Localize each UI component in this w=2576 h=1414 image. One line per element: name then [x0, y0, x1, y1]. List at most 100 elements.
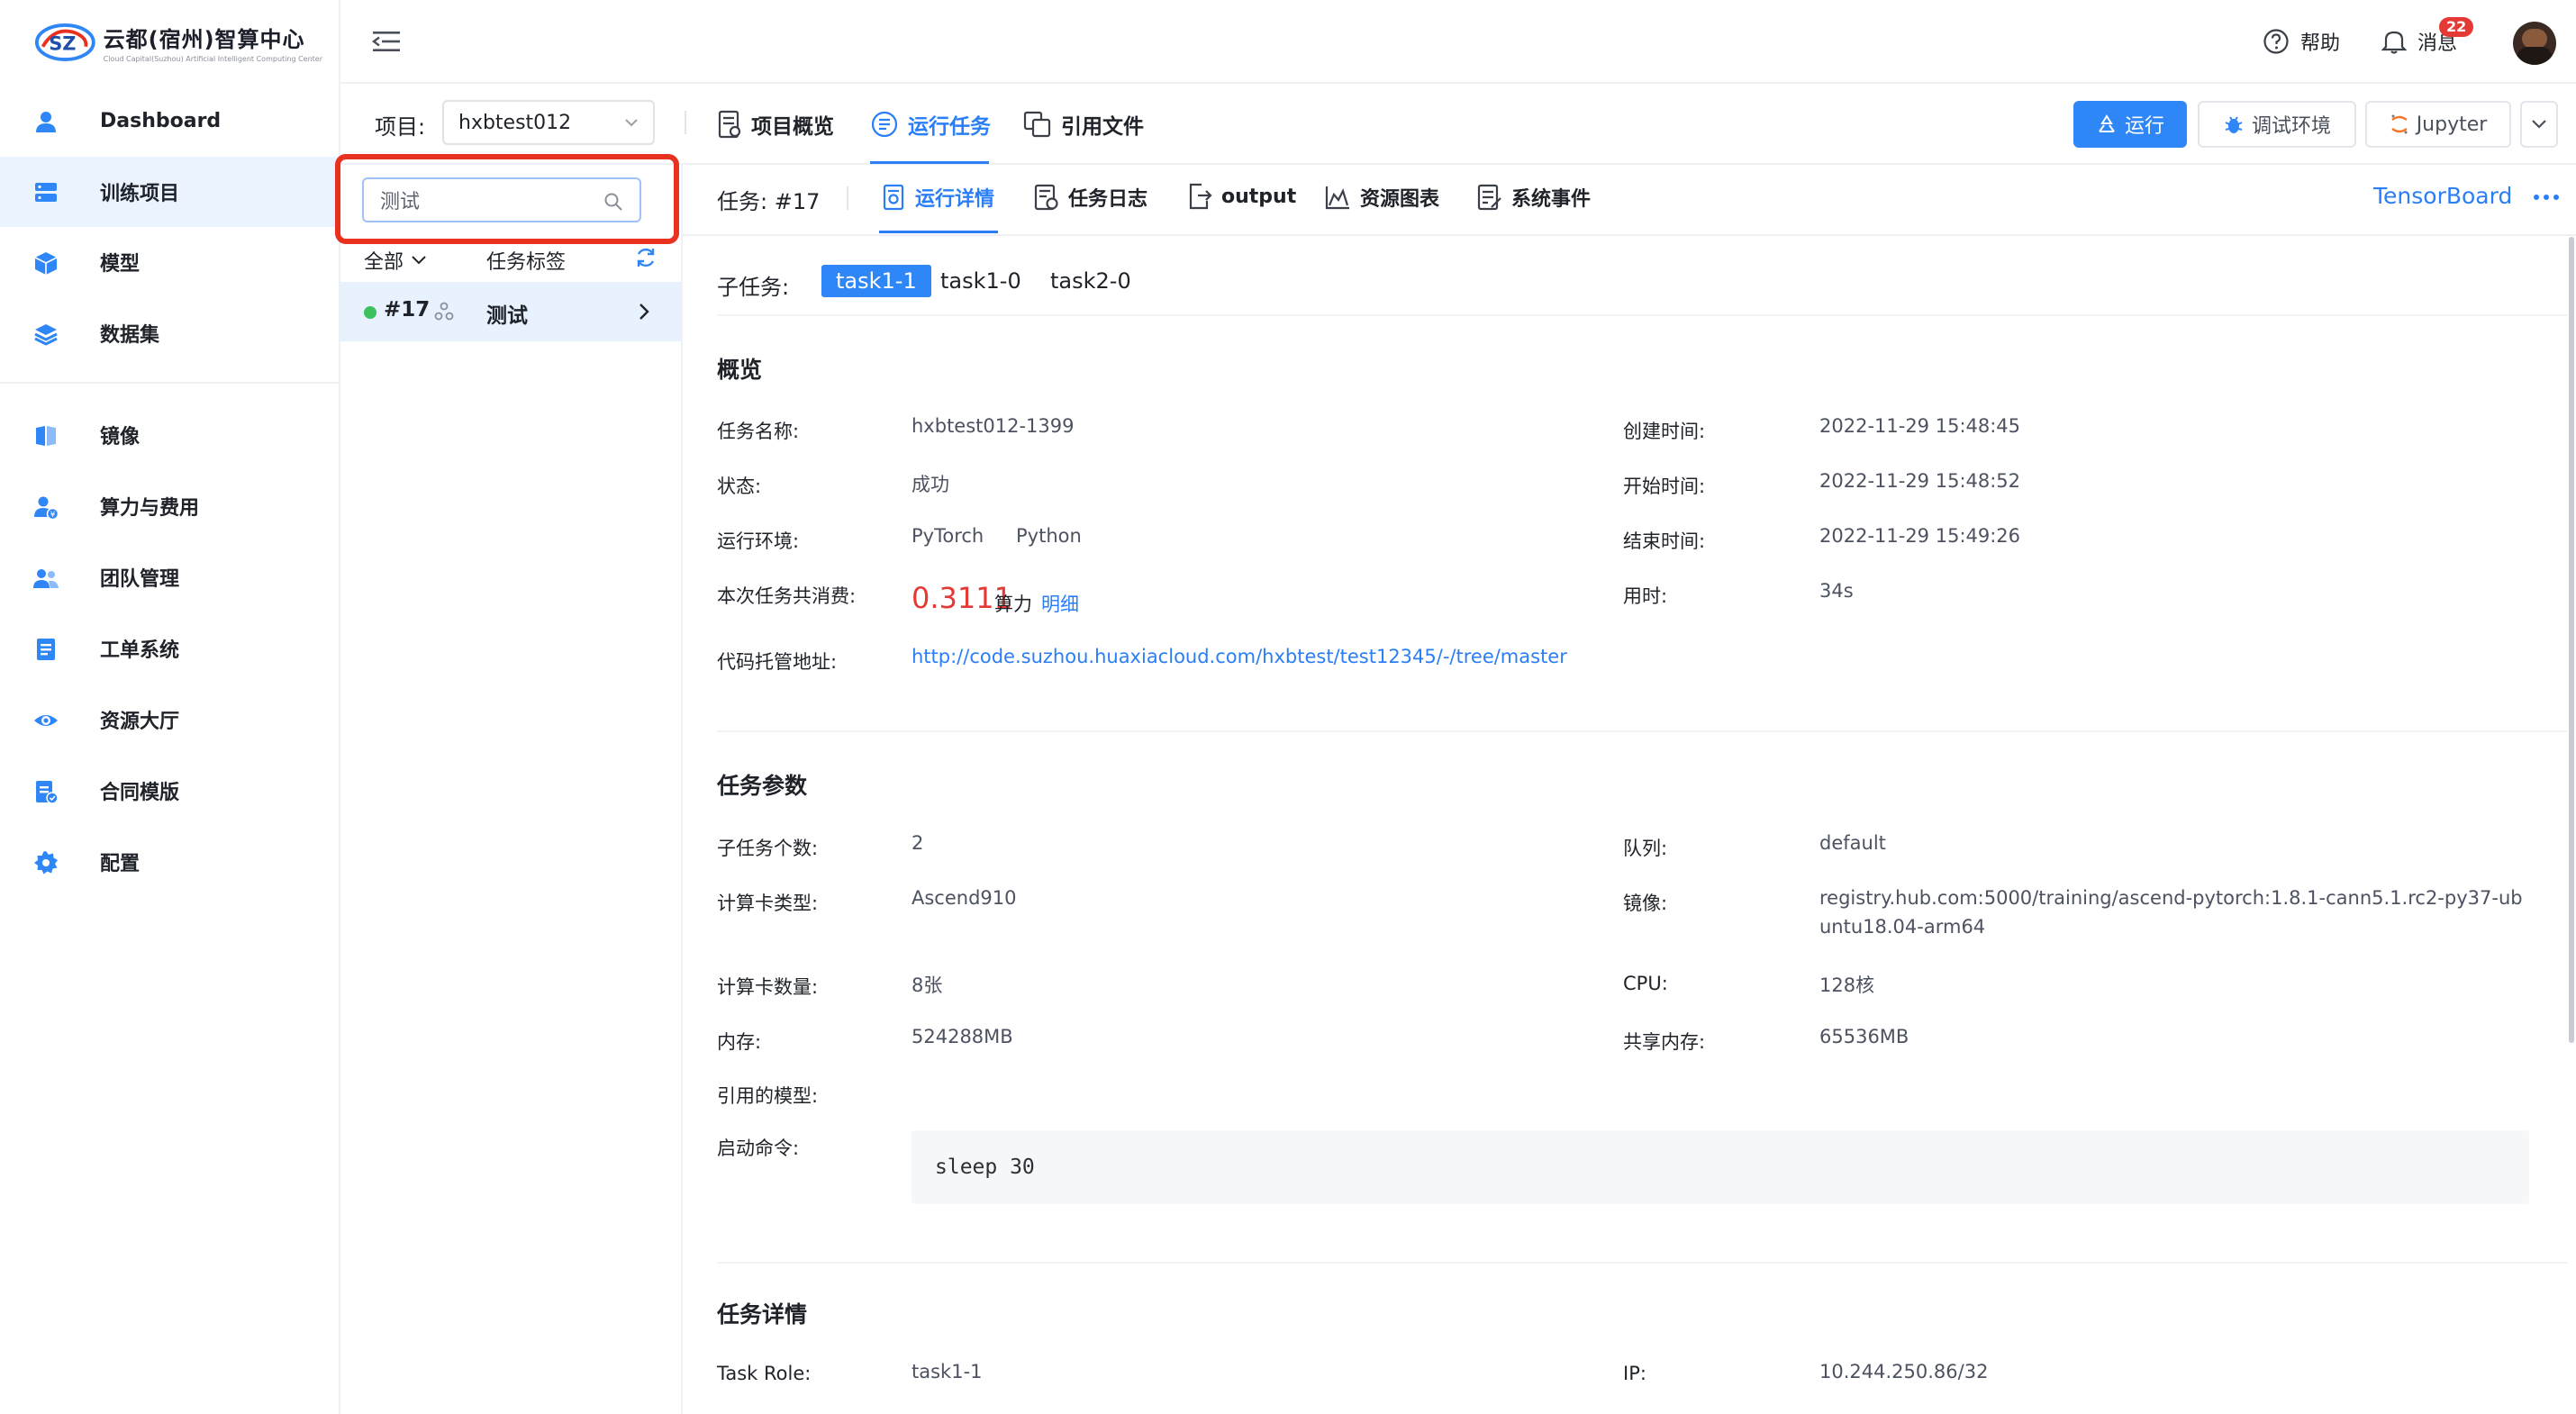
- more-horizontal-icon[interactable]: [2533, 194, 2560, 201]
- image-value-line2: untu18.04-arm64: [1819, 916, 1986, 938]
- chevron-down-icon: [412, 256, 426, 265]
- divider: [847, 186, 848, 210]
- debug-env-button[interactable]: 调试环境: [2198, 101, 2356, 148]
- field-label: 结束时间:: [1623, 530, 1706, 552]
- task-search-input[interactable]: 测试: [362, 177, 641, 222]
- sidebar-item-models[interactable]: 模型: [0, 227, 339, 297]
- eye-icon: [34, 715, 58, 726]
- tab-task-logs[interactable]: 任务日志: [1034, 183, 1147, 212]
- env-value-pytorch: PyTorch: [912, 525, 984, 547]
- tab-running-tasks[interactable]: 运行任务: [870, 109, 991, 140]
- help-circle-icon: [2263, 29, 2289, 54]
- tensorboard-link[interactable]: TensorBoard: [2373, 183, 2512, 209]
- queue-value: default: [1819, 832, 1886, 854]
- tab-label: 运行任务: [908, 115, 991, 139]
- field-label: 状态:: [717, 476, 762, 497]
- brand-logo[interactable]: SZ 云都(宿州)智算中心 Cloud Capital(Suzhou) Arti…: [34, 16, 322, 68]
- brand-title: 云都(宿州)智算中心: [103, 27, 305, 52]
- task-list-icon: [871, 111, 898, 138]
- cost-unit: 算力: [994, 594, 1032, 615]
- copy-icon: [1023, 111, 1051, 138]
- project-select[interactable]: hxbtest012: [442, 100, 655, 145]
- sidebar-item-label: 合同模版: [100, 782, 180, 804]
- help-link[interactable]: 帮助: [2263, 27, 2340, 56]
- active-tab-indicator: [879, 231, 998, 233]
- run-button[interactable]: 运行: [2073, 101, 2187, 148]
- sidebar-item-datasets[interactable]: 数据集: [0, 298, 339, 368]
- task-tag: 测试: [486, 304, 528, 328]
- top-header: 帮助 消息 22: [340, 0, 2576, 84]
- task-tag-column-header: 任务标签: [486, 251, 567, 274]
- start-command-block: sleep 30: [912, 1130, 2529, 1204]
- jupyter-button[interactable]: Jupyter: [2365, 101, 2511, 148]
- subtask-chip-task1-0[interactable]: task1-0: [926, 265, 1036, 297]
- help-label: 帮助: [2300, 32, 2341, 55]
- field-label: 代码托管地址:: [717, 651, 838, 673]
- status-value: 成功: [912, 474, 949, 495]
- sidebar-item-team-management[interactable]: 团队管理: [0, 542, 339, 612]
- sidebar-item-dashboard[interactable]: Dashboard: [0, 86, 339, 156]
- tab-label: 任务日志: [1068, 188, 1148, 211]
- field-label: 开始时间:: [1623, 476, 1706, 497]
- svg-text:SZ: SZ: [49, 33, 76, 55]
- tab-resource-charts[interactable]: 资源图表: [1324, 183, 1439, 212]
- repo-link[interactable]: http://code.suzhou.huaxiacloud.com/hxbte…: [912, 646, 1567, 667]
- message-count-badge: 22: [2439, 17, 2474, 37]
- subtask-chip-task1-1[interactable]: task1-1: [821, 265, 931, 297]
- refresh-icon[interactable]: [634, 246, 658, 269]
- card-type-value: Ascend910: [912, 887, 1017, 909]
- sidebar-item-compute-cost[interactable]: ¥ 算力与费用: [0, 471, 339, 541]
- sidebar-item-label: 数据集: [100, 324, 160, 347]
- tab-referenced-files[interactable]: 引用文件: [1023, 109, 1144, 140]
- sidebar-item-settings[interactable]: 配置: [0, 827, 339, 897]
- field-label: 计算卡类型:: [717, 893, 819, 914]
- field-label: 子任务个数:: [717, 838, 819, 859]
- sidebar-item-label: 工单系统: [100, 639, 180, 662]
- field-label: Task Role:: [717, 1363, 812, 1384]
- tab-project-overview[interactable]: 项目概览: [717, 109, 834, 140]
- more-actions-dropdown[interactable]: [2520, 101, 2558, 148]
- tab-label: 项目概览: [751, 115, 834, 139]
- sidebar-item-ticket-system[interactable]: 工单系统: [0, 613, 339, 684]
- table-row[interactable]: #17 测试: [340, 282, 681, 341]
- jupyter-icon: [2390, 114, 2408, 134]
- status-filter[interactable]: 全部: [364, 246, 427, 275]
- start-time-value: 2022-11-29 15:48:52: [1819, 470, 2021, 492]
- gear-icon: [34, 851, 58, 875]
- field-label: 引用的模型:: [717, 1085, 819, 1107]
- end-time-value: 2022-11-29 15:49:26: [1819, 525, 2021, 547]
- svg-text:¥: ¥: [50, 511, 56, 520]
- avatar[interactable]: [2513, 22, 2556, 65]
- field-label: IP:: [1623, 1363, 1646, 1384]
- scrollbar[interactable]: [2569, 237, 2574, 1043]
- event-doc-icon: [1477, 184, 1501, 211]
- sidebar-item-label: 算力与费用: [100, 497, 200, 520]
- ip-value: 10.244.250.86/32: [1819, 1361, 1989, 1382]
- sidebar-item-resource-hall[interactable]: 资源大厅: [0, 684, 339, 755]
- status-dot: [364, 306, 376, 319]
- sidebar-item-label: 模型: [100, 253, 141, 276]
- tab-label: 系统事件: [1511, 188, 1592, 211]
- divider: [717, 314, 2567, 316]
- tab-system-events[interactable]: 系统事件: [1477, 183, 1591, 212]
- sidebar-item-training-projects[interactable]: 训练项目: [0, 157, 339, 227]
- divider: [717, 730, 2567, 732]
- team-icon: [33, 569, 59, 588]
- search-icon: [604, 193, 622, 211]
- project-label: 项目:: [375, 114, 426, 140]
- tab-label: 引用文件: [1061, 115, 1144, 139]
- tab-output[interactable]: output: [1187, 183, 1296, 210]
- tab-run-details[interactable]: 运行详情: [883, 183, 994, 212]
- jupyter-label: Jupyter: [2416, 113, 2488, 136]
- sidebar-item-contract-templates[interactable]: 合同模版: [0, 756, 339, 826]
- cost-details-link[interactable]: 明细: [1041, 590, 1079, 617]
- field-label: 本次任务共消费:: [717, 585, 857, 607]
- sidebar-item-images[interactable]: 镜像: [0, 400, 339, 470]
- field-label: CPU:: [1623, 973, 1668, 994]
- subtask-chip-task2-0[interactable]: task2-0: [1036, 265, 1146, 297]
- bug-icon: [2225, 116, 2243, 133]
- menu-fold-icon[interactable]: [371, 29, 402, 54]
- project-select-value: hxbtest012: [458, 111, 572, 134]
- task-list-panel: 测试 全部 任务标签 #17 测试: [335, 154, 683, 1414]
- field-label: 计算卡数量:: [717, 976, 819, 998]
